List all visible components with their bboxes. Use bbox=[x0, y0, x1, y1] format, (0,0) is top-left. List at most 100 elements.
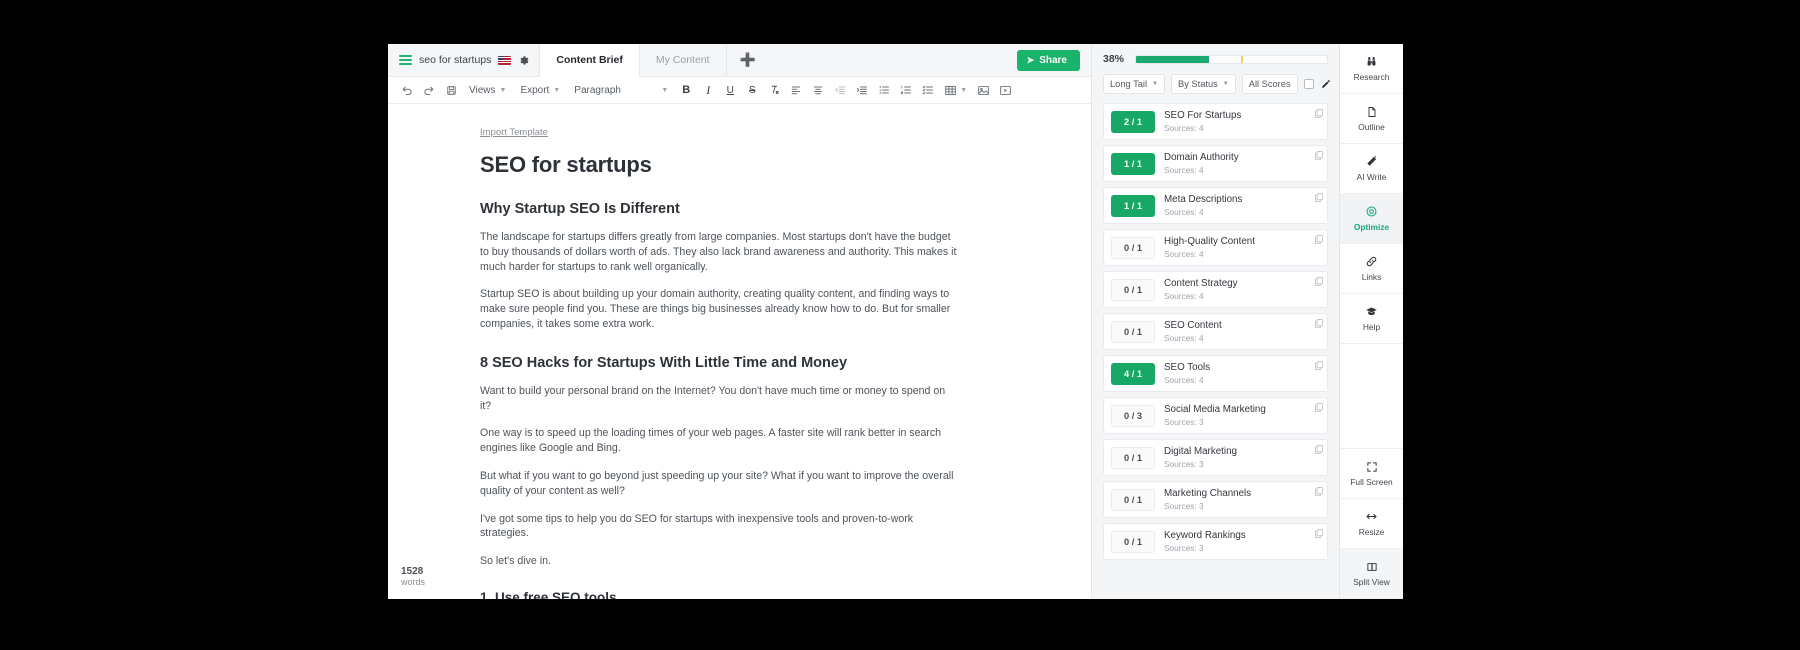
import-template-link[interactable]: Import Template bbox=[480, 127, 548, 138]
rail-item-outline[interactable]: Outline bbox=[1340, 94, 1403, 144]
views-label: Views bbox=[469, 84, 496, 96]
share-button[interactable]: ➤ Share bbox=[1016, 49, 1080, 71]
copy-icon[interactable] bbox=[1313, 359, 1324, 370]
document-content: Import Template SEO for startups Why Sta… bbox=[480, 122, 958, 599]
scores-filter-button[interactable]: All Scores bbox=[1241, 74, 1298, 94]
keyword-row[interactable]: 0 / 1 Content Strategy Sources: 4 bbox=[1103, 271, 1328, 308]
tab-my-content[interactable]: My Content bbox=[638, 44, 727, 76]
score-percent: 38% bbox=[1103, 53, 1125, 65]
paragraph-label: Paragraph bbox=[574, 84, 621, 96]
keyword-row[interactable]: 1 / 1 Meta Descriptions Sources: 4 bbox=[1103, 187, 1328, 224]
rail-label: Optimize bbox=[1353, 222, 1390, 232]
keyword-row[interactable]: 0 / 1 High-Quality Content Sources: 4 bbox=[1103, 229, 1328, 266]
outdent-icon[interactable] bbox=[830, 80, 850, 100]
optimize-header: 38% Long Tail ▼ By Status ▼ All Scores bbox=[1092, 44, 1339, 94]
filter-row: Long Tail ▼ By Status ▼ All Scores bbox=[1103, 74, 1331, 94]
checklist-icon[interactable] bbox=[918, 80, 938, 100]
magic-wand-icon bbox=[1365, 155, 1378, 168]
undo-icon[interactable] bbox=[397, 80, 417, 100]
keyword-row[interactable]: 4 / 1 SEO Tools Sources: 4 bbox=[1103, 355, 1328, 392]
bullet-list-icon[interactable] bbox=[874, 80, 894, 100]
numbered-list-icon[interactable] bbox=[896, 80, 916, 100]
rail-item-resize[interactable]: Resize bbox=[1340, 499, 1403, 549]
top-tab-bar: seo for startups Content Brief My Conten… bbox=[388, 44, 1091, 77]
pen-icon[interactable] bbox=[1320, 79, 1331, 90]
keyword-list[interactable]: 2 / 1 SEO For Startups Sources: 4 1 / 1 Doma… bbox=[1092, 94, 1339, 599]
clear-format-icon[interactable] bbox=[764, 80, 784, 100]
keyword-text: Digital Marketing Sources: 3 bbox=[1164, 446, 1237, 469]
rail-item-optimize[interactable]: Optimize bbox=[1340, 194, 1403, 244]
keyword-text: SEO Content Sources: 4 bbox=[1164, 320, 1222, 343]
video-icon[interactable] bbox=[995, 80, 1015, 100]
copy-icon[interactable] bbox=[1313, 527, 1324, 538]
app-window: seo for startups Content Brief My Conten… bbox=[388, 44, 1403, 599]
bold-button[interactable]: B bbox=[676, 80, 696, 100]
paragraph-4: One way is to speed up the loading times… bbox=[480, 427, 942, 455]
copy-icon[interactable] bbox=[1313, 317, 1324, 328]
paragraph-1: The landscape for startups differs great… bbox=[480, 231, 957, 273]
copy-icon[interactable] bbox=[1313, 275, 1324, 286]
rail-item-research[interactable]: Research bbox=[1340, 44, 1403, 94]
keyword-text: Keyword Rankings Sources: 3 bbox=[1164, 530, 1246, 553]
document-scroll-area[interactable]: Import Template SEO for startups Why Sta… bbox=[388, 104, 1091, 599]
views-dropdown[interactable]: Views ▼ bbox=[463, 80, 512, 100]
rail-label: Resize bbox=[1358, 527, 1385, 537]
copy-icon[interactable] bbox=[1313, 233, 1324, 244]
highlight-checkbox[interactable] bbox=[1303, 79, 1314, 89]
keyword-name: Content Strategy bbox=[1164, 278, 1238, 289]
rail-item-links[interactable]: Links bbox=[1340, 244, 1403, 294]
rail-label: Links bbox=[1361, 272, 1382, 282]
document-title[interactable]: seo for startups bbox=[419, 54, 491, 66]
italic-button[interactable]: I bbox=[698, 80, 718, 100]
tab-label: My Content bbox=[655, 54, 710, 66]
keyword-name: SEO Content bbox=[1164, 320, 1222, 331]
copy-icon[interactable] bbox=[1313, 149, 1324, 160]
image-icon[interactable] bbox=[973, 80, 993, 100]
rail-item-full-screen[interactable]: Full Screen bbox=[1340, 449, 1403, 499]
strikethrough-button[interactable]: S bbox=[742, 80, 762, 100]
score-target-marker bbox=[1241, 55, 1244, 63]
heading-why-startup-seo: Why Startup SEO Is Different bbox=[480, 201, 680, 217]
keyword-count-badge: 0 / 1 bbox=[1111, 236, 1155, 259]
copy-icon[interactable] bbox=[1313, 443, 1324, 454]
gear-icon[interactable] bbox=[518, 55, 529, 66]
keyword-row[interactable]: 0 / 1 Marketing Channels Sources: 3 bbox=[1103, 481, 1328, 518]
score-progress-fill bbox=[1136, 55, 1209, 63]
keyword-text: Meta Descriptions Sources: 4 bbox=[1164, 194, 1242, 217]
keyword-row[interactable]: 0 / 3 Social Media Marketing Sources: 3 bbox=[1103, 397, 1328, 434]
copy-icon[interactable] bbox=[1313, 107, 1324, 118]
keyword-sources: Sources: 4 bbox=[1164, 333, 1204, 343]
keyword-type-dropdown[interactable]: Long Tail ▼ bbox=[1103, 74, 1165, 94]
copy-icon[interactable] bbox=[1313, 191, 1324, 202]
rail-item-help[interactable]: Help bbox=[1340, 294, 1403, 344]
hamburger-icon[interactable] bbox=[399, 54, 412, 66]
tab-content-brief[interactable]: Content Brief bbox=[539, 44, 640, 77]
page-title: SEO for startups bbox=[480, 152, 652, 177]
align-center-icon[interactable] bbox=[808, 80, 828, 100]
plus-icon[interactable]: ➕ bbox=[727, 44, 769, 76]
paragraph-style-dropdown[interactable]: Paragraph ▼ bbox=[568, 80, 674, 100]
align-left-icon[interactable] bbox=[786, 80, 806, 100]
keyword-text: Marketing Channels Sources: 3 bbox=[1164, 488, 1251, 511]
rail-item-split-view[interactable]: Split View bbox=[1340, 549, 1403, 599]
keyword-row[interactable]: 0 / 1 Keyword Rankings Sources: 3 bbox=[1103, 523, 1328, 560]
export-dropdown[interactable]: Export ▼ bbox=[514, 80, 566, 100]
keyword-row[interactable]: 1 / 1 Domain Authority Sources: 4 bbox=[1103, 145, 1328, 182]
rail-item-ai-write[interactable]: AI Write bbox=[1340, 144, 1403, 194]
table-dropdown[interactable]: ▼ bbox=[940, 80, 971, 100]
paragraph-7: So let's dive in. bbox=[480, 555, 551, 568]
indent-icon[interactable] bbox=[852, 80, 872, 100]
keyword-text: Domain Authority Sources: 4 bbox=[1164, 152, 1239, 175]
target-icon bbox=[1365, 205, 1378, 218]
keyword-row[interactable]: 0 / 1 SEO Content Sources: 4 bbox=[1103, 313, 1328, 350]
redo-icon[interactable] bbox=[419, 80, 439, 100]
binoculars-icon bbox=[1365, 55, 1378, 68]
keyword-row[interactable]: 0 / 1 Digital Marketing Sources: 3 bbox=[1103, 439, 1328, 476]
sort-by-dropdown[interactable]: By Status ▼ bbox=[1171, 74, 1236, 94]
copy-icon[interactable] bbox=[1313, 485, 1324, 496]
keyword-row[interactable]: 2 / 1 SEO For Startups Sources: 4 bbox=[1103, 103, 1328, 140]
keyword-name: Keyword Rankings bbox=[1164, 530, 1246, 541]
underline-button[interactable]: U bbox=[720, 80, 740, 100]
copy-icon[interactable] bbox=[1313, 401, 1324, 412]
save-icon[interactable] bbox=[441, 80, 461, 100]
